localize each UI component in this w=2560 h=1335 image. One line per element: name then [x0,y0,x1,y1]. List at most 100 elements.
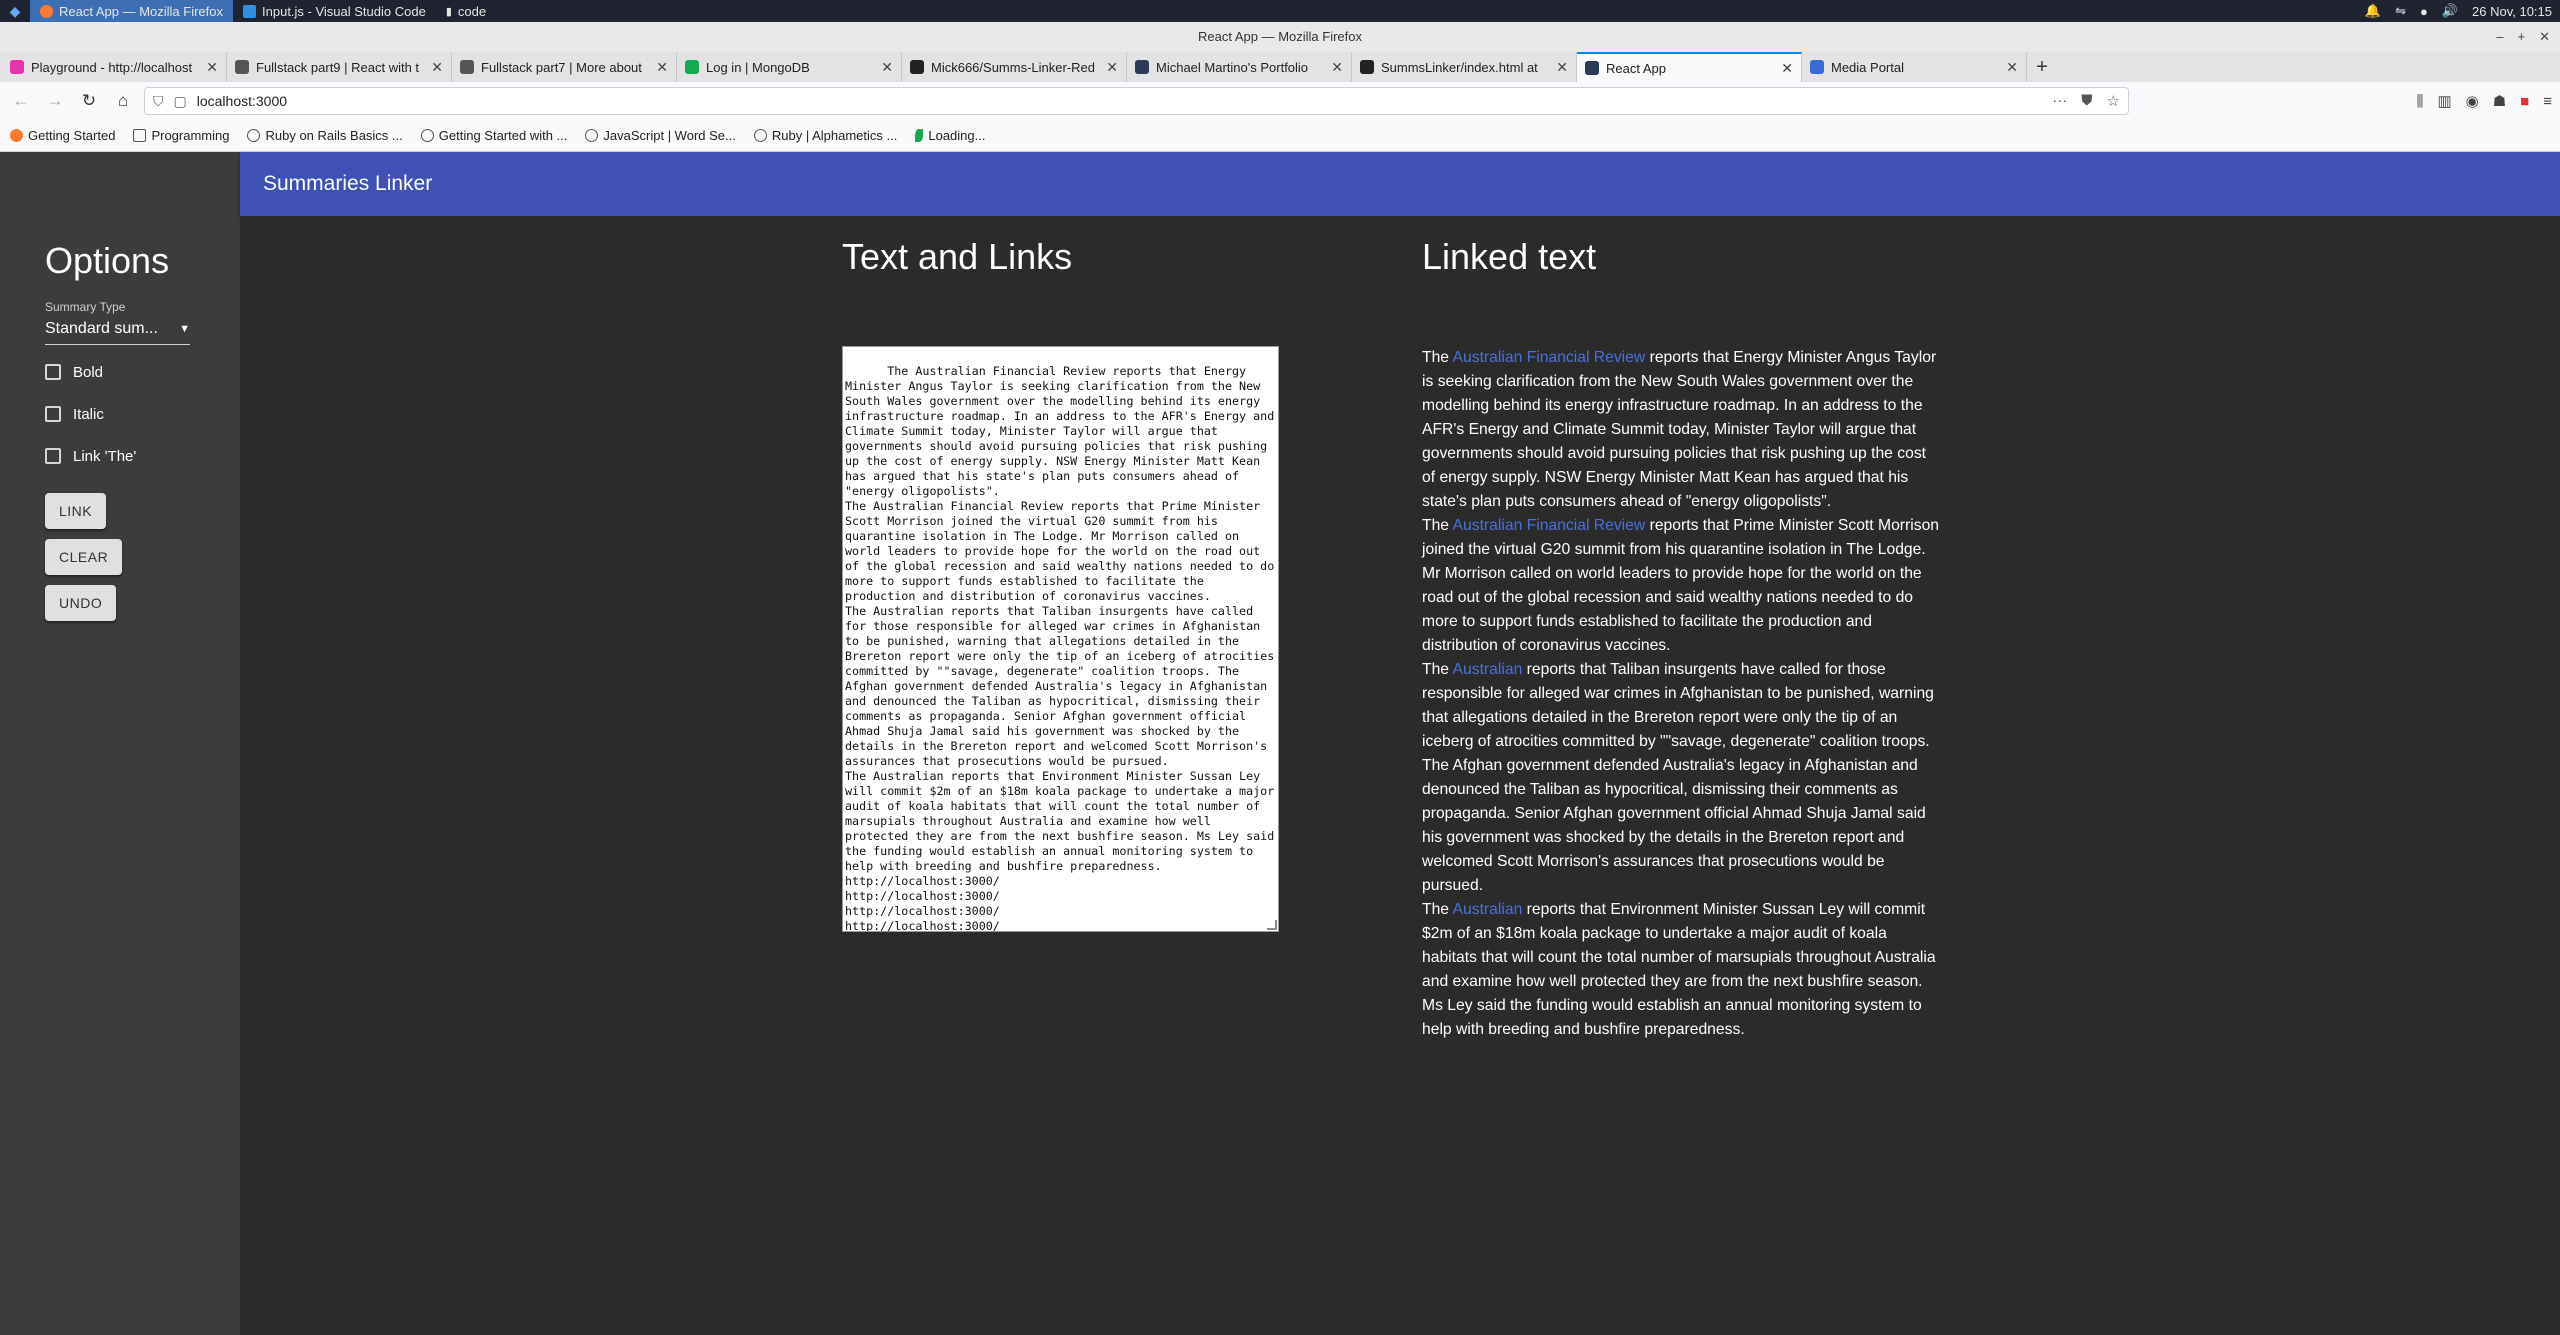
extension-red-icon[interactable]: ■ [2520,93,2529,110]
tab-close-icon[interactable]: ✕ [1331,59,1343,76]
hamburger-menu-icon[interactable]: ≡ [2543,93,2552,110]
bold-checkbox-row[interactable]: Bold [45,351,240,393]
page-actions-icon[interactable]: ··· [2052,92,2067,110]
tab-label: Michael Martino's Portfolio [1156,59,1309,75]
source-link[interactable]: Australian Financial Review [1453,517,1646,534]
bookmark-label: Getting Started [28,128,116,143]
pocket-icon[interactable]: ⛊ [2081,92,2092,110]
bookmark-item[interactable]: Ruby on Rails Basics ... [247,128,403,143]
bookmarks-toolbar: Getting Started Programming Ruby on Rail… [0,120,2560,152]
source-link[interactable]: Australian [1453,661,1523,678]
bookmark-folder[interactable]: Programming [133,128,229,143]
clear-button[interactable]: CLEAR [45,539,123,575]
bookmark-star-icon[interactable]: ☆ [2107,92,2120,110]
tab-close-icon[interactable]: ✕ [206,59,218,76]
checkbox-label: Italic [73,405,104,423]
back-button[interactable]: ← [8,88,34,114]
source-link[interactable]: Australian [1453,901,1523,918]
bookmark-item[interactable]: Loading... [915,128,985,143]
tab-close-icon[interactable]: ✕ [881,59,893,76]
bookmark-item[interactable]: Getting Started with ... [420,128,567,143]
paragraph-prefix: The [1422,517,1453,534]
italic-checkbox-row[interactable]: Italic [45,393,240,435]
account-icon[interactable]: ◉ [2466,92,2479,110]
paragraph-body: reports that Environment Minister Sussan… [1422,901,1936,1038]
tab-label: SummsLinker/index.html at [1381,59,1538,75]
network-icon[interactable]: ⇋ [2395,3,2406,19]
bookmark-item[interactable]: Ruby | Alphametics ... [753,128,897,143]
tab-label: React App [1606,60,1666,76]
maximize-icon[interactable]: + [2518,22,2526,52]
tab-close-icon[interactable]: ✕ [1781,60,1793,77]
linked-text-heading: Linked text [1422,236,1597,277]
browser-tab[interactable]: SummsLinker/index.html at ✕ [1352,52,1577,82]
app-bar: Summaries Linker [240,152,2560,216]
media-portal-icon [1810,60,1824,74]
app-menu-icon[interactable]: ◆ [0,0,30,22]
tab-label: Fullstack part9 | React with t [256,59,420,75]
firefox-icon [40,4,53,18]
page-info-icon[interactable]: ▢ [174,93,187,110]
new-tab-button[interactable]: + [2027,52,2057,82]
undo-button[interactable]: UNDO [45,585,117,621]
browser-tab[interactable]: Media Portal ✕ [1802,52,2027,82]
browser-tab[interactable]: Michael Martino's Portfolio ✕ [1127,52,1352,82]
summary-type-select[interactable]: Standard sum... ▼ [45,320,190,345]
link-the-checkbox-row[interactable]: Link 'The' [45,435,240,477]
forward-button[interactable]: → [42,88,68,114]
address-bar[interactable]: ⛉ ▢ localhost:3000 ··· ⛊ ☆ [144,87,2129,115]
notification-bell-icon[interactable]: 🔔 [2365,3,2381,19]
taskbar-task-terminal[interactable]: ▮ code [436,0,496,22]
taskbar-task-firefox[interactable]: React App — Mozilla Firefox [30,0,234,22]
volume-icon[interactable]: 🔊 [2442,3,2458,19]
portfolio-icon [1135,60,1149,74]
tab-close-icon[interactable]: ✕ [2006,59,2018,76]
browser-tab[interactable]: Fullstack part9 | React with t ✕ [227,52,452,82]
bluetooth-icon[interactable]: ● [2420,4,2428,19]
tab-close-icon[interactable]: ✕ [656,59,668,76]
clock[interactable]: 26 Nov, 10:15 [2472,4,2552,19]
minimize-icon[interactable]: – [2496,22,2503,52]
bookmark-label: Ruby on Rails Basics ... [265,128,403,143]
bookmark-item[interactable]: JavaScript | Word Se... [585,128,736,143]
browser-tab[interactable]: Fullstack part7 | More about ✕ [452,52,677,82]
home-button[interactable]: ⌂ [110,88,136,114]
browser-tab[interactable]: Log in | MongoDB ✕ [677,52,902,82]
paragraph-body: reports that Prime Minister Scott Morris… [1422,517,1940,654]
checkbox-label: Bold [73,363,104,381]
extension-icon[interactable]: ☗ [2493,92,2506,110]
paragraph-prefix: The [1422,901,1453,918]
bookmark-item[interactable]: Getting Started [10,128,115,143]
reload-button[interactable]: ↻ [76,88,102,114]
close-window-icon[interactable]: ✕ [2539,22,2550,52]
browser-tab[interactable]: Mick666/Summs-Linker-Red ✕ [902,52,1127,82]
page-viewport: Options Summary Type Standard sum... ▼ B… [0,152,2560,1335]
textarea-content: The Australian Financial Review reports … [845,364,1275,932]
tab-close-icon[interactable]: ✕ [1556,59,1568,76]
toolbar-right: ⫼ ▥ ◉ ☗ ■ ≡ [2417,92,2552,111]
resize-handle-icon[interactable] [1267,920,1277,930]
source-link[interactable]: Australian Financial Review [1453,349,1646,366]
taskbar-task-vscode[interactable]: Input.js - Visual Studio Code [233,0,436,22]
link-button[interactable]: LINK [45,493,107,529]
url-text[interactable]: localhost:3000 [197,93,2043,109]
italic-checkbox[interactable] [45,406,61,422]
globe-icon [753,129,767,142]
browser-tab-active[interactable]: React App ✕ [1577,52,1802,82]
url-actions: ··· ⛊ ☆ [2052,92,2120,110]
options-heading: Options [45,240,170,281]
tracking-protection-icon[interactable]: ⛉ [153,93,164,110]
tab-label: Playground - http://localhost [31,59,193,75]
github-icon [1360,60,1374,74]
text-and-links-textarea[interactable]: The Australian Financial Review reports … [842,346,1279,932]
sidebar-toggle-icon[interactable]: ▥ [2437,92,2451,110]
library-icon[interactable]: ⫼ [2417,93,2424,110]
link-the-checkbox[interactable] [45,448,61,464]
browser-tab[interactable]: Playground - http://localhost ✕ [2,52,227,82]
globe-icon [585,129,599,142]
tab-close-icon[interactable]: ✕ [1106,59,1118,76]
bookmark-label: Programming [151,128,230,143]
bold-checkbox[interactable] [45,364,61,380]
checkbox-label: Link 'The' [73,447,137,465]
tab-close-icon[interactable]: ✕ [431,59,443,76]
